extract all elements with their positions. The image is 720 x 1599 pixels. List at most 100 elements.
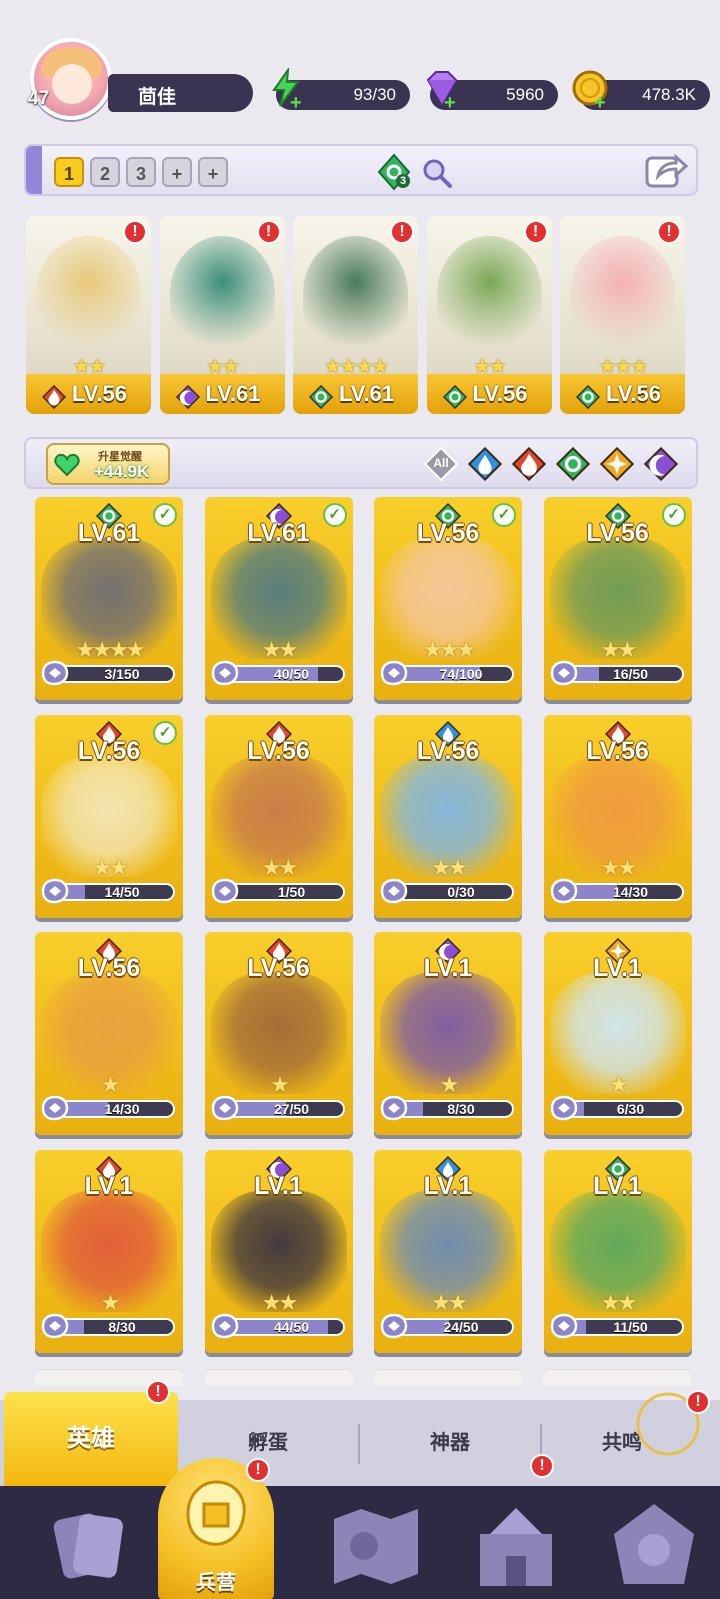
team-slot-2[interactable]: 2 <box>90 157 120 187</box>
castle-alert-icon: ! <box>530 1454 554 1478</box>
bottom-nav: ! <box>0 1454 720 1599</box>
filter-all[interactable]: All <box>423 446 459 482</box>
hero-card[interactable]: LV.1 ★★ 44/50 <box>204 1149 353 1353</box>
team-hero-card[interactable]: ★★★ LV.56 ! <box>560 216 685 414</box>
gem-counter[interactable]: + 5960 <box>426 71 558 114</box>
hero-card[interactable]: ✓ LV.56 ★★ 14/50 <box>35 714 183 918</box>
barracks-icon <box>186 1480 246 1546</box>
hero-shard-icon <box>41 1313 69 1338</box>
hero-shard-icon <box>380 878 408 903</box>
shard-progress-text: 1/50 <box>277 883 306 900</box>
hero-card[interactable]: LV.56 ★★ 1/50 <box>204 714 353 918</box>
shard-progress-text: 14/30 <box>104 1101 140 1117</box>
filter-dark[interactable] <box>643 446 679 482</box>
hero-card[interactable]: LV.56 ★★ 14/30 <box>543 714 692 918</box>
awaken-value: +44.9K <box>94 462 150 481</box>
hero-card[interactable]: LV.56 ★ 14/30 <box>35 932 183 1135</box>
filter-wind[interactable] <box>555 446 591 482</box>
shard-progress-text: 8/30 <box>447 1101 475 1117</box>
hero-level-bar: LV.56 <box>426 374 552 414</box>
filter-fire[interactable] <box>511 446 547 482</box>
castle-icon[interactable] <box>456 1494 576 1594</box>
hero-card[interactable]: ✓ LV.56 ★★★ 74/100 <box>374 497 522 700</box>
team-slot-add-2[interactable]: + <box>198 157 228 187</box>
hero-level: LV.61 <box>247 519 310 547</box>
energy-counter[interactable]: + 93/30 <box>272 68 410 114</box>
hero-shard-icon <box>380 1095 408 1121</box>
add-gold-icon[interactable]: + <box>594 92 606 115</box>
hero-shard-icon <box>550 1313 577 1338</box>
shard-progress-text: 14/50 <box>104 883 140 900</box>
hero-level: LV.56 <box>77 736 141 765</box>
hero-card[interactable]: LV.1 ★ 8/30 <box>374 932 522 1135</box>
hero-card[interactable]: LV.1 ★★ 24/50 <box>374 1149 522 1353</box>
heroes-alert-icon: ! <box>146 1380 170 1404</box>
team-hero-card[interactable]: ★★ LV.56 ! <box>26 216 151 414</box>
shard-progress-text: 6/30 <box>616 1101 645 1117</box>
shard-progress-text: 27/50 <box>273 1101 310 1117</box>
filter-water[interactable] <box>467 446 503 482</box>
team-hero-card[interactable]: ★★ LV.56 ! <box>426 216 552 414</box>
tab-heroes[interactable]: 英雄 <box>4 1392 178 1486</box>
hero-card[interactable]: LV.56 ★★ 0/30 <box>374 714 522 918</box>
hero-card[interactable]: LV.1 ★ 8/30 <box>35 1149 183 1353</box>
team-slot-1[interactable]: 1 <box>54 157 84 187</box>
shard-progress-text: 24/50 <box>443 1318 479 1335</box>
share-icon[interactable] <box>644 150 688 190</box>
shard-progress-text: 11/50 <box>613 1318 648 1335</box>
map-icon[interactable] <box>316 1494 436 1594</box>
hero-level: LV.56 <box>586 519 649 547</box>
team-slot-3[interactable]: 3 <box>126 157 156 187</box>
fire-element-icon <box>41 384 67 410</box>
add-gem-icon[interactable]: + <box>444 92 456 115</box>
hero-shard-icon <box>550 878 577 903</box>
hero-portrait <box>570 236 675 351</box>
hero-card[interactable]: LV.1 ★★ 11/50 <box>543 1149 692 1353</box>
hero-card[interactable]: LV.1 ★ 6/30 <box>543 932 692 1135</box>
team-hero-card[interactable]: ★★★★ LV.61 ! <box>293 216 418 414</box>
hero-card[interactable]: ✓ LV.56 ★★ 16/50 <box>543 497 692 700</box>
hero-level: LV.1 <box>423 1171 473 1200</box>
add-energy-icon[interactable]: + <box>290 92 302 115</box>
magnifier-icon[interactable] <box>420 156 454 190</box>
hero-level-bar: LV.61 <box>293 374 418 414</box>
hero-shard-icon <box>211 1313 238 1338</box>
guild-icon[interactable] <box>594 1494 714 1594</box>
upgrade-alert-icon: ! <box>390 220 414 244</box>
hero-shard-icon <box>550 660 577 686</box>
hero-level: LV.56 <box>247 736 310 765</box>
hero-portrait <box>169 236 275 351</box>
team-bonus[interactable]: 3 <box>374 152 464 192</box>
hero-card[interactable]: ✓ LV.61 ★★ 40/50 <box>204 497 353 700</box>
cards-icon[interactable] <box>28 1494 148 1594</box>
wind-element-icon <box>575 384 601 410</box>
hero-level: LV.56 <box>586 736 649 765</box>
hero-level-bar: LV.61 <box>159 374 285 414</box>
team-slot-add-1[interactable]: + <box>162 157 192 187</box>
hero-level: LV.56 <box>416 519 480 547</box>
heart-icon <box>54 453 80 477</box>
fire-filter-icon <box>511 446 547 482</box>
hero-shard-icon <box>380 1313 408 1338</box>
wind-element-icon <box>308 384 334 410</box>
hero-level-bar: LV.56 <box>26 374 151 414</box>
tab-artifacts[interactable]: 神器 <box>360 1400 540 1486</box>
gold-counter[interactable]: + 478.3K <box>572 70 710 114</box>
shard-progress-text: 0/30 <box>447 883 475 900</box>
hero-level-bar: LV.56 <box>560 374 685 414</box>
hero-level: LV.1 <box>423 954 473 982</box>
filter-light[interactable] <box>599 446 635 482</box>
upgrade-alert-icon: ! <box>123 220 147 244</box>
player-name[interactable]: 茴佳 <box>108 74 253 112</box>
gem-value: 5960 <box>506 85 544 104</box>
awaken-button[interactable]: 升星觉醒 +44.9K <box>46 443 170 485</box>
hero-card[interactable]: LV.56 ★ 27/50 <box>204 932 353 1135</box>
upgrade-alert-icon: ! <box>657 220 681 244</box>
hero-portrait <box>303 236 408 351</box>
team-hero-card[interactable]: ★★ LV.61 ! <box>159 216 285 414</box>
upgrade-alert-icon: ! <box>523 220 548 244</box>
hero-card[interactable]: ✓ LV.61 ★★★★ 3/150 <box>35 497 183 700</box>
hero-portrait <box>36 236 141 351</box>
nav-barracks-label: 兵营 <box>196 1572 236 1594</box>
wind-element-icon <box>377 153 411 191</box>
